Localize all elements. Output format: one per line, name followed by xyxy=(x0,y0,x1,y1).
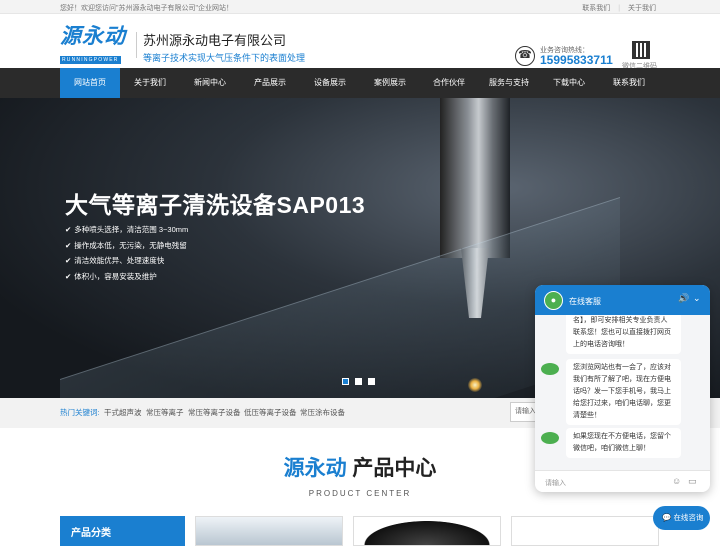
slider-dot-3[interactable] xyxy=(368,378,375,385)
product-title-rest: 产品中心 xyxy=(346,457,437,480)
nav-item[interactable]: 下载中心 xyxy=(540,68,598,98)
slider-dot-2[interactable] xyxy=(355,378,362,385)
chat-bubble: 名】，即可安排相关专业负责人联系您！您也可以直接拨打网页上的电话咨询哦！ xyxy=(566,315,681,354)
top-links: 联系我们 | 关于我们 xyxy=(576,3,656,13)
top-bar: 您好！欢迎您访问"苏州源永动电子有限公司"企业网站！ 联系我们 | 关于我们 xyxy=(0,0,720,14)
machine-beam-graphic xyxy=(440,98,510,258)
banner-title: 大气等离子清洗设备SAP013 xyxy=(65,192,366,218)
logo-divider xyxy=(136,32,137,58)
banner-feature-list: ✔ 多种喷头选择，清洁范围 3~30mm ✔ 操作成本低，无污染，无静电残留 ✔ 清洁效能… xyxy=(65,224,188,286)
chevron-down-icon[interactable]: ⌄ xyxy=(693,293,701,304)
product-thumbnail[interactable] xyxy=(511,516,659,546)
chat-bubble: 如果您现在不方便电话，您留个微信吧，咱们微信上聊！ xyxy=(566,428,681,458)
keyword-item[interactable]: 常压等离子 xyxy=(146,407,184,418)
keywords-label: 热门关键词: xyxy=(60,408,100,417)
logo-mark: 源永动 xyxy=(60,25,126,48)
product-category-header[interactable]: 产品分类 xyxy=(60,516,185,546)
volume-icon[interactable]: 🔊 xyxy=(678,293,689,304)
welcome-text: 您好！欢迎您访问"苏州源永动电子有限公司"企业网站！ xyxy=(60,5,233,12)
qr-code-icon xyxy=(632,41,650,59)
chat-widget: ● 在线客服 🔊 ⌄ 名】，即可安排相关专业负责人联系您！您也可以直接拨打网页上… xyxy=(535,285,710,492)
chat-input[interactable]: 请输入 xyxy=(545,478,566,488)
check-icon: ✔ xyxy=(65,240,72,250)
phone-icon: ☎ xyxy=(515,46,535,66)
agent-avatar-icon: ● xyxy=(544,291,563,310)
chat-input-area: 请输入 ☺ ▭ xyxy=(535,470,710,492)
product-title-brand: 源永动 xyxy=(283,457,347,480)
banner-feature-text: 体积小，容易安装及维护 xyxy=(74,271,157,281)
wechat-icon xyxy=(541,432,559,444)
keyword-item[interactable]: 常压涂布设备 xyxy=(300,407,345,418)
online-consult-button[interactable]: 💬 在线咨询 xyxy=(653,506,710,530)
nav-item[interactable]: 联系我们 xyxy=(598,68,660,98)
main-nav: 网站首页 关于我们 新闻中心 产品展示 设备展示 案例展示 合作伙伴 服务与支持 下载中心 联系我… xyxy=(0,68,720,98)
banner-feature: ✔ 清洁效能优异、处理速度快 xyxy=(65,255,188,271)
company-info: 苏州源永动电子有限公司 等离子技术实现大气压条件下的表面处理 xyxy=(143,30,305,64)
nav-item[interactable]: 设备展示 xyxy=(300,68,360,98)
company-slogan: 等离子技术实现大气压条件下的表面处理 xyxy=(143,53,306,63)
banner-feature: ✔ 操作成本低，无污染，无静电残留 xyxy=(65,240,188,256)
product-thumbnail[interactable] xyxy=(195,516,343,546)
nav-item[interactable]: 合作伙伴 xyxy=(420,68,478,98)
folder-icon[interactable]: ▭ xyxy=(688,476,697,487)
product-thumbnail[interactable] xyxy=(353,516,501,546)
nav-item[interactable]: 新闻中心 xyxy=(180,68,240,98)
top-link-separator: | xyxy=(618,5,621,12)
nav-item[interactable]: 案例展示 xyxy=(360,68,420,98)
nav-item[interactable]: 关于我们 xyxy=(120,68,180,98)
check-icon: ✔ xyxy=(65,271,72,281)
banner-feature: ✔ 多种喷头选择，清洁范围 3~30mm xyxy=(65,224,188,240)
logo[interactable]: 源永动 RUNNINGPOWER xyxy=(60,25,130,64)
nav-item[interactable]: 产品展示 xyxy=(240,68,300,98)
chat-header: ● 在线客服 🔊 ⌄ xyxy=(535,285,710,315)
header: 源永动 RUNNINGPOWER 苏州源永动电子有限公司 等离子技术实现大气压条… xyxy=(0,14,720,70)
company-name: 苏州源永动电子有限公司 xyxy=(143,33,287,48)
chat-bubble: 您浏览网站也有一会了，应该对我们有所了解了吧，现在方便电话吗？发一下您手机号，我… xyxy=(566,359,681,425)
banner-feature-text: 清洁效能优异、处理速度快 xyxy=(74,256,165,265)
emoji-icon[interactable]: ☺ xyxy=(672,476,681,486)
logo-subtext: RUNNINGPOWER xyxy=(60,56,121,64)
nav-list: 网站首页 关于我们 新闻中心 产品展示 设备展示 案例展示 合作伙伴 服务与支持 下载中心 联系我… xyxy=(60,68,660,98)
chat-title: 在线客服 xyxy=(569,297,601,306)
check-icon: ✔ xyxy=(65,225,72,234)
consult-label: 在线咨询 xyxy=(673,513,704,522)
top-link-contact[interactable]: 联系我们 xyxy=(582,5,610,12)
slider-dots xyxy=(342,378,381,385)
hotline-number[interactable]: 15995833711 xyxy=(540,53,613,67)
top-link-about[interactable]: 关于我们 xyxy=(628,5,656,12)
check-icon: ✔ xyxy=(65,256,72,265)
nav-item[interactable]: 网站首页 xyxy=(60,68,120,98)
nav-item[interactable]: 服务与支持 xyxy=(478,68,540,98)
chat-messages: 名】，即可安排相关专业负责人联系您！您也可以直接拨打网页上的电话咨询哦！ 您浏览… xyxy=(535,315,710,470)
chat-bubble-icon: 💬 xyxy=(662,513,674,522)
keyword-item[interactable]: 低压等离子设备 xyxy=(244,407,297,418)
banner-feature: ✔ 体积小，容易安装及维护 xyxy=(65,271,188,287)
keyword-item[interactable]: 干式超声波 xyxy=(104,407,142,418)
wechat-icon xyxy=(541,363,559,375)
keyword-item[interactable]: 常压等离子设备 xyxy=(188,407,241,418)
banner-feature-text: 操作成本低，无污染，无静电残留 xyxy=(74,240,187,250)
banner-feature-text: 多种喷头选择，清洁范围 3~30mm xyxy=(74,225,189,234)
slider-dot-1[interactable] xyxy=(342,378,349,385)
